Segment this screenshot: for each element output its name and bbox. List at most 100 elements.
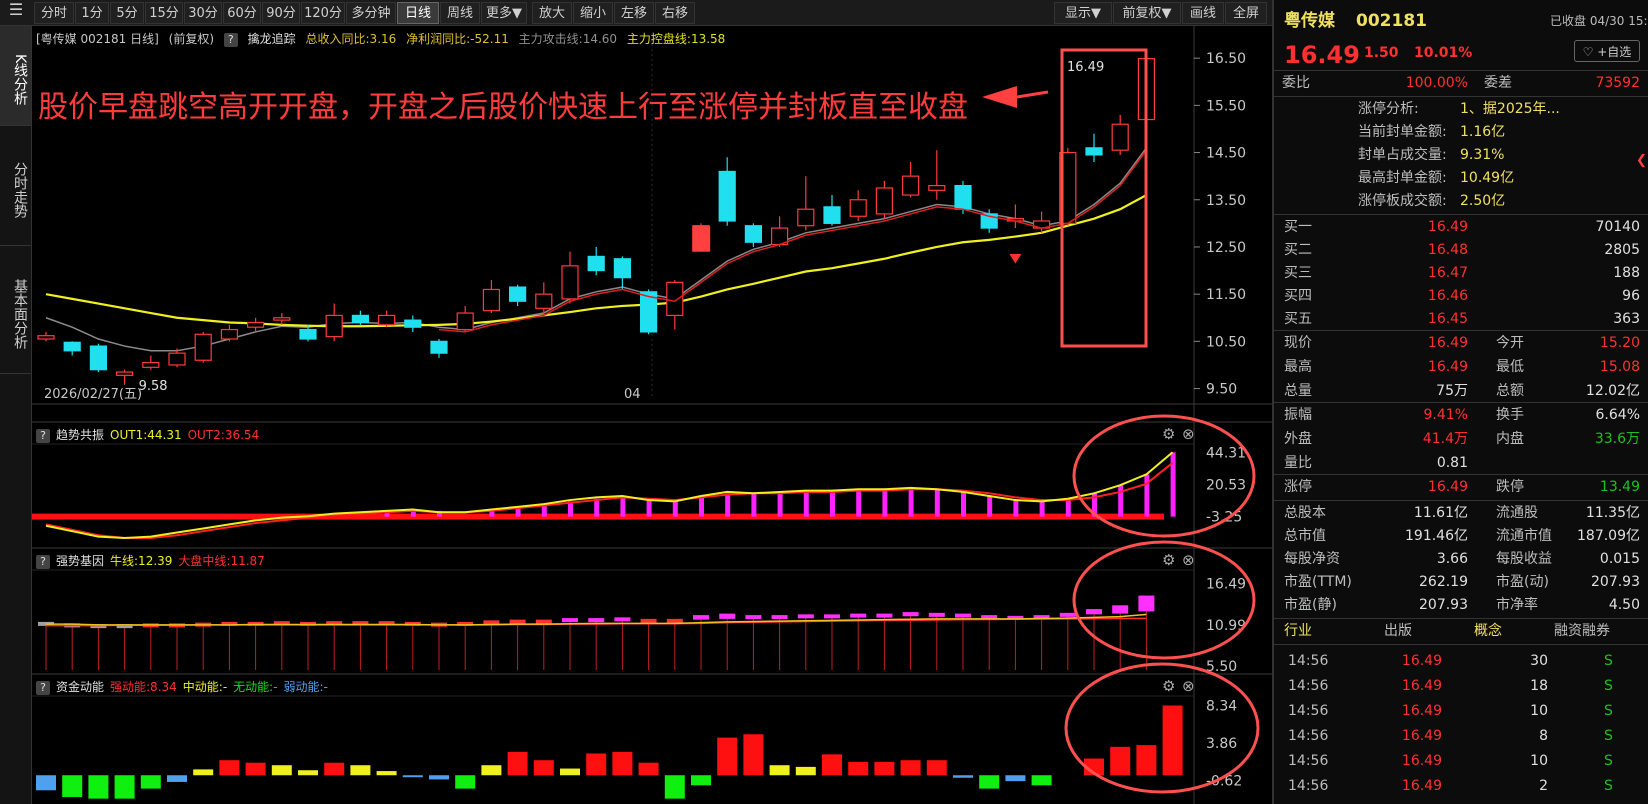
fund-bar: [455, 775, 476, 789]
bid-volume: 96: [1622, 288, 1640, 304]
limit-value: 10.49亿: [1460, 170, 1515, 186]
candle-body: [1085, 147, 1103, 156]
main-axis-label: 9.50: [1206, 382, 1237, 398]
stat-value: 15.08: [1599, 359, 1640, 375]
candle-body: [928, 185, 946, 191]
close-icon[interactable]: ⊗: [1182, 425, 1195, 443]
fund-bar: [429, 775, 449, 780]
candle-body: [194, 333, 212, 361]
tag-2[interactable]: 概念: [1474, 620, 1502, 642]
candle-body: [430, 340, 448, 354]
annotation-text: 股价早盘跳空高开开盘，开盘之后股价快速上行至涨停并封板直至收盘: [38, 90, 968, 125]
trend-bar: [672, 501, 678, 517]
candle-body: [1111, 123, 1129, 151]
bid-volume: 363: [1613, 311, 1640, 327]
stat-label: 现价: [1284, 335, 1312, 351]
stat-label: 最高: [1284, 359, 1312, 375]
stat-value: 16.49: [1427, 359, 1468, 375]
fund-bar: [167, 775, 187, 782]
fund-bar: [979, 775, 1000, 789]
tag-0[interactable]: 行业: [1284, 620, 1312, 642]
fund-bar: [245, 762, 266, 776]
fund-bar: [350, 765, 371, 776]
close-icon[interactable]: ⊗: [1182, 551, 1195, 569]
fund-bar: [402, 775, 423, 778]
divider: [1274, 402, 1648, 403]
help-icon[interactable]: ?: [36, 681, 50, 695]
add-favorite-button[interactable]: ♡ +自选: [1574, 40, 1640, 62]
tag-3[interactable]: 融资融券: [1554, 620, 1610, 642]
help-icon[interactable]: ?: [36, 555, 50, 569]
panel-info-0: ? 趋势共振 OUT1:44.31 OUT2:36.54: [36, 426, 265, 443]
fund-value: 11.35亿: [1585, 505, 1640, 521]
fund-label: 总市值: [1284, 528, 1326, 544]
gene-bar: [824, 614, 840, 619]
trend-bar: [541, 505, 547, 517]
last-price: 16.49: [1284, 41, 1360, 69]
panel-value: 弱动能:-: [283, 680, 328, 694]
candle-body: [823, 206, 841, 224]
candle-body: [901, 175, 920, 196]
candle-body: [63, 341, 81, 352]
sidebar-tab-2[interactable]: 基本面分析: [0, 246, 31, 374]
stock-name: 粤传媒: [1284, 11, 1335, 31]
stat-value: 9.41%: [1423, 407, 1468, 423]
fund-bar: [507, 751, 528, 776]
tick-side: S: [1604, 778, 1613, 794]
candle-body: [168, 352, 186, 366]
gear-icon[interactable]: ⚙: [1162, 551, 1175, 569]
bid-level: 买四: [1284, 288, 1312, 304]
fund-label: 市净率: [1496, 597, 1538, 613]
tag-1[interactable]: 出版: [1384, 620, 1412, 642]
bid-volume: 2805: [1604, 242, 1640, 258]
fund-value: 4.50: [1608, 597, 1640, 613]
fund-label: 每股净资: [1284, 551, 1340, 567]
sidebar-tab-0[interactable]: K线分析: [0, 26, 31, 126]
panel-value: 无动能:-: [233, 680, 278, 694]
candle-body: [220, 328, 238, 340]
tick-time: 14:56: [1288, 678, 1329, 694]
trend-bar: [987, 496, 993, 517]
tick-side: S: [1604, 753, 1613, 769]
gear-icon[interactable]: ⚙: [1162, 425, 1175, 443]
fund-bar: [140, 775, 161, 789]
main-axis-label: 11.50: [1206, 287, 1246, 303]
fund-bar: [769, 765, 790, 776]
trend-bar: [803, 490, 809, 517]
help-icon[interactable]: ?: [36, 429, 50, 443]
bid-level: 买五: [1284, 311, 1312, 327]
stat-label: 内盘: [1496, 431, 1524, 447]
stat-label: 换手: [1496, 407, 1524, 423]
grid-icon[interactable]: ☰: [0, 0, 32, 26]
trend-bar: [751, 493, 757, 517]
panel-value: 牛线:12.39: [110, 554, 173, 568]
candle-body: [273, 317, 291, 321]
limit-value: 2.50亿: [1460, 193, 1506, 209]
gene-bar: [1112, 605, 1129, 614]
collapse-icon[interactable]: ❮: [1636, 150, 1647, 172]
price-pct: 10.01%: [1414, 45, 1473, 61]
fund-label: 总股本: [1284, 505, 1326, 521]
candle-body: [299, 328, 317, 340]
candle-body: [561, 265, 579, 300]
fund-label: 每股收益: [1496, 551, 1552, 567]
fund-label: 流通股: [1496, 505, 1538, 521]
down-arrow-icon: [1009, 254, 1022, 264]
panel-value: OUT1:44.31: [110, 428, 182, 442]
bid-level: 买一: [1284, 219, 1312, 235]
candle-body: [718, 170, 736, 222]
divider: [1274, 644, 1648, 645]
close-icon[interactable]: ⊗: [1182, 677, 1195, 695]
trend-axis-label: 44.31: [1206, 445, 1246, 461]
stat-value: 15.20: [1599, 335, 1640, 351]
trend-bar: [1013, 500, 1019, 517]
sidebar-tab-1[interactable]: 分时走势: [0, 126, 31, 246]
gear-icon[interactable]: ⚙: [1162, 677, 1175, 695]
fund-label: 市盈(TTM): [1284, 574, 1352, 590]
gene-bar: [719, 613, 736, 619]
fund-axis-label: 8.34: [1206, 699, 1237, 715]
trend-bar: [1170, 452, 1176, 517]
stat-label: 总额: [1496, 383, 1524, 399]
gene-bar: [588, 618, 605, 623]
gene-bar: [1086, 609, 1102, 615]
